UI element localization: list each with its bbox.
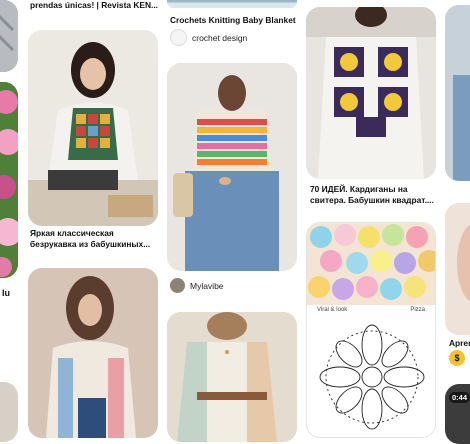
video-duration: 0:44 <box>449 392 470 403</box>
pattern-header: Viral & look Pizza <box>307 305 435 315</box>
source-avatar <box>170 278 185 293</box>
source-avatar <box>170 29 187 46</box>
pin-source[interactable]: Mylavibe <box>170 278 224 293</box>
pin-image-crochet-flowers-pattern[interactable]: Viral & look Pizza <box>306 222 436 438</box>
source-name: crochet design <box>192 32 248 43</box>
pin-image-col5-mid[interactable] <box>445 203 470 335</box>
pattern-header-right: Pizza <box>410 307 425 313</box>
pin-image-col1-top[interactable] <box>0 0 18 72</box>
pin-caption[interactable]: 70 ИДЕЙ. Кардиганы на свитера. Бабушкин … <box>310 184 434 206</box>
pin-image-cardigan-woman[interactable] <box>28 268 158 438</box>
source-name: Mylavibe <box>190 280 224 291</box>
pin-caption[interactable]: Яркая классическая безрукавка из бабушки… <box>30 228 150 250</box>
price-badge: $ <box>449 350 465 366</box>
pin-image-cardigan-lace[interactable] <box>167 312 297 442</box>
pin-caption[interactable]: Apren <box>449 338 470 348</box>
crochet-diagram <box>319 324 425 430</box>
pin-caption[interactable]: prendas únicas! | Revista KEN... <box>30 0 158 11</box>
pin-image-col1-bottom[interactable] <box>0 382 18 442</box>
price-badge-icon: $ <box>454 353 460 363</box>
pin-source[interactable]: crochet design <box>170 29 247 46</box>
pin-image-blanket-top[interactable] <box>167 0 297 8</box>
pin-image-col1-flowers[interactable] <box>0 82 18 278</box>
pin-caption[interactable]: Crochets Knitting Baby Blanket <box>170 15 296 26</box>
pin-image-col5-top[interactable] <box>445 5 470 181</box>
pattern-header-left: Viral & look <box>317 307 348 313</box>
pin-image-striped-vest[interactable] <box>167 63 297 271</box>
pin-text-col1: Iu <box>2 288 10 298</box>
pin-image-granny-cardigan-white[interactable] <box>306 7 436 179</box>
pin-video-col5[interactable]: 0:44 <box>445 384 470 444</box>
pin-image-granny-vest-girl[interactable] <box>28 30 158 226</box>
